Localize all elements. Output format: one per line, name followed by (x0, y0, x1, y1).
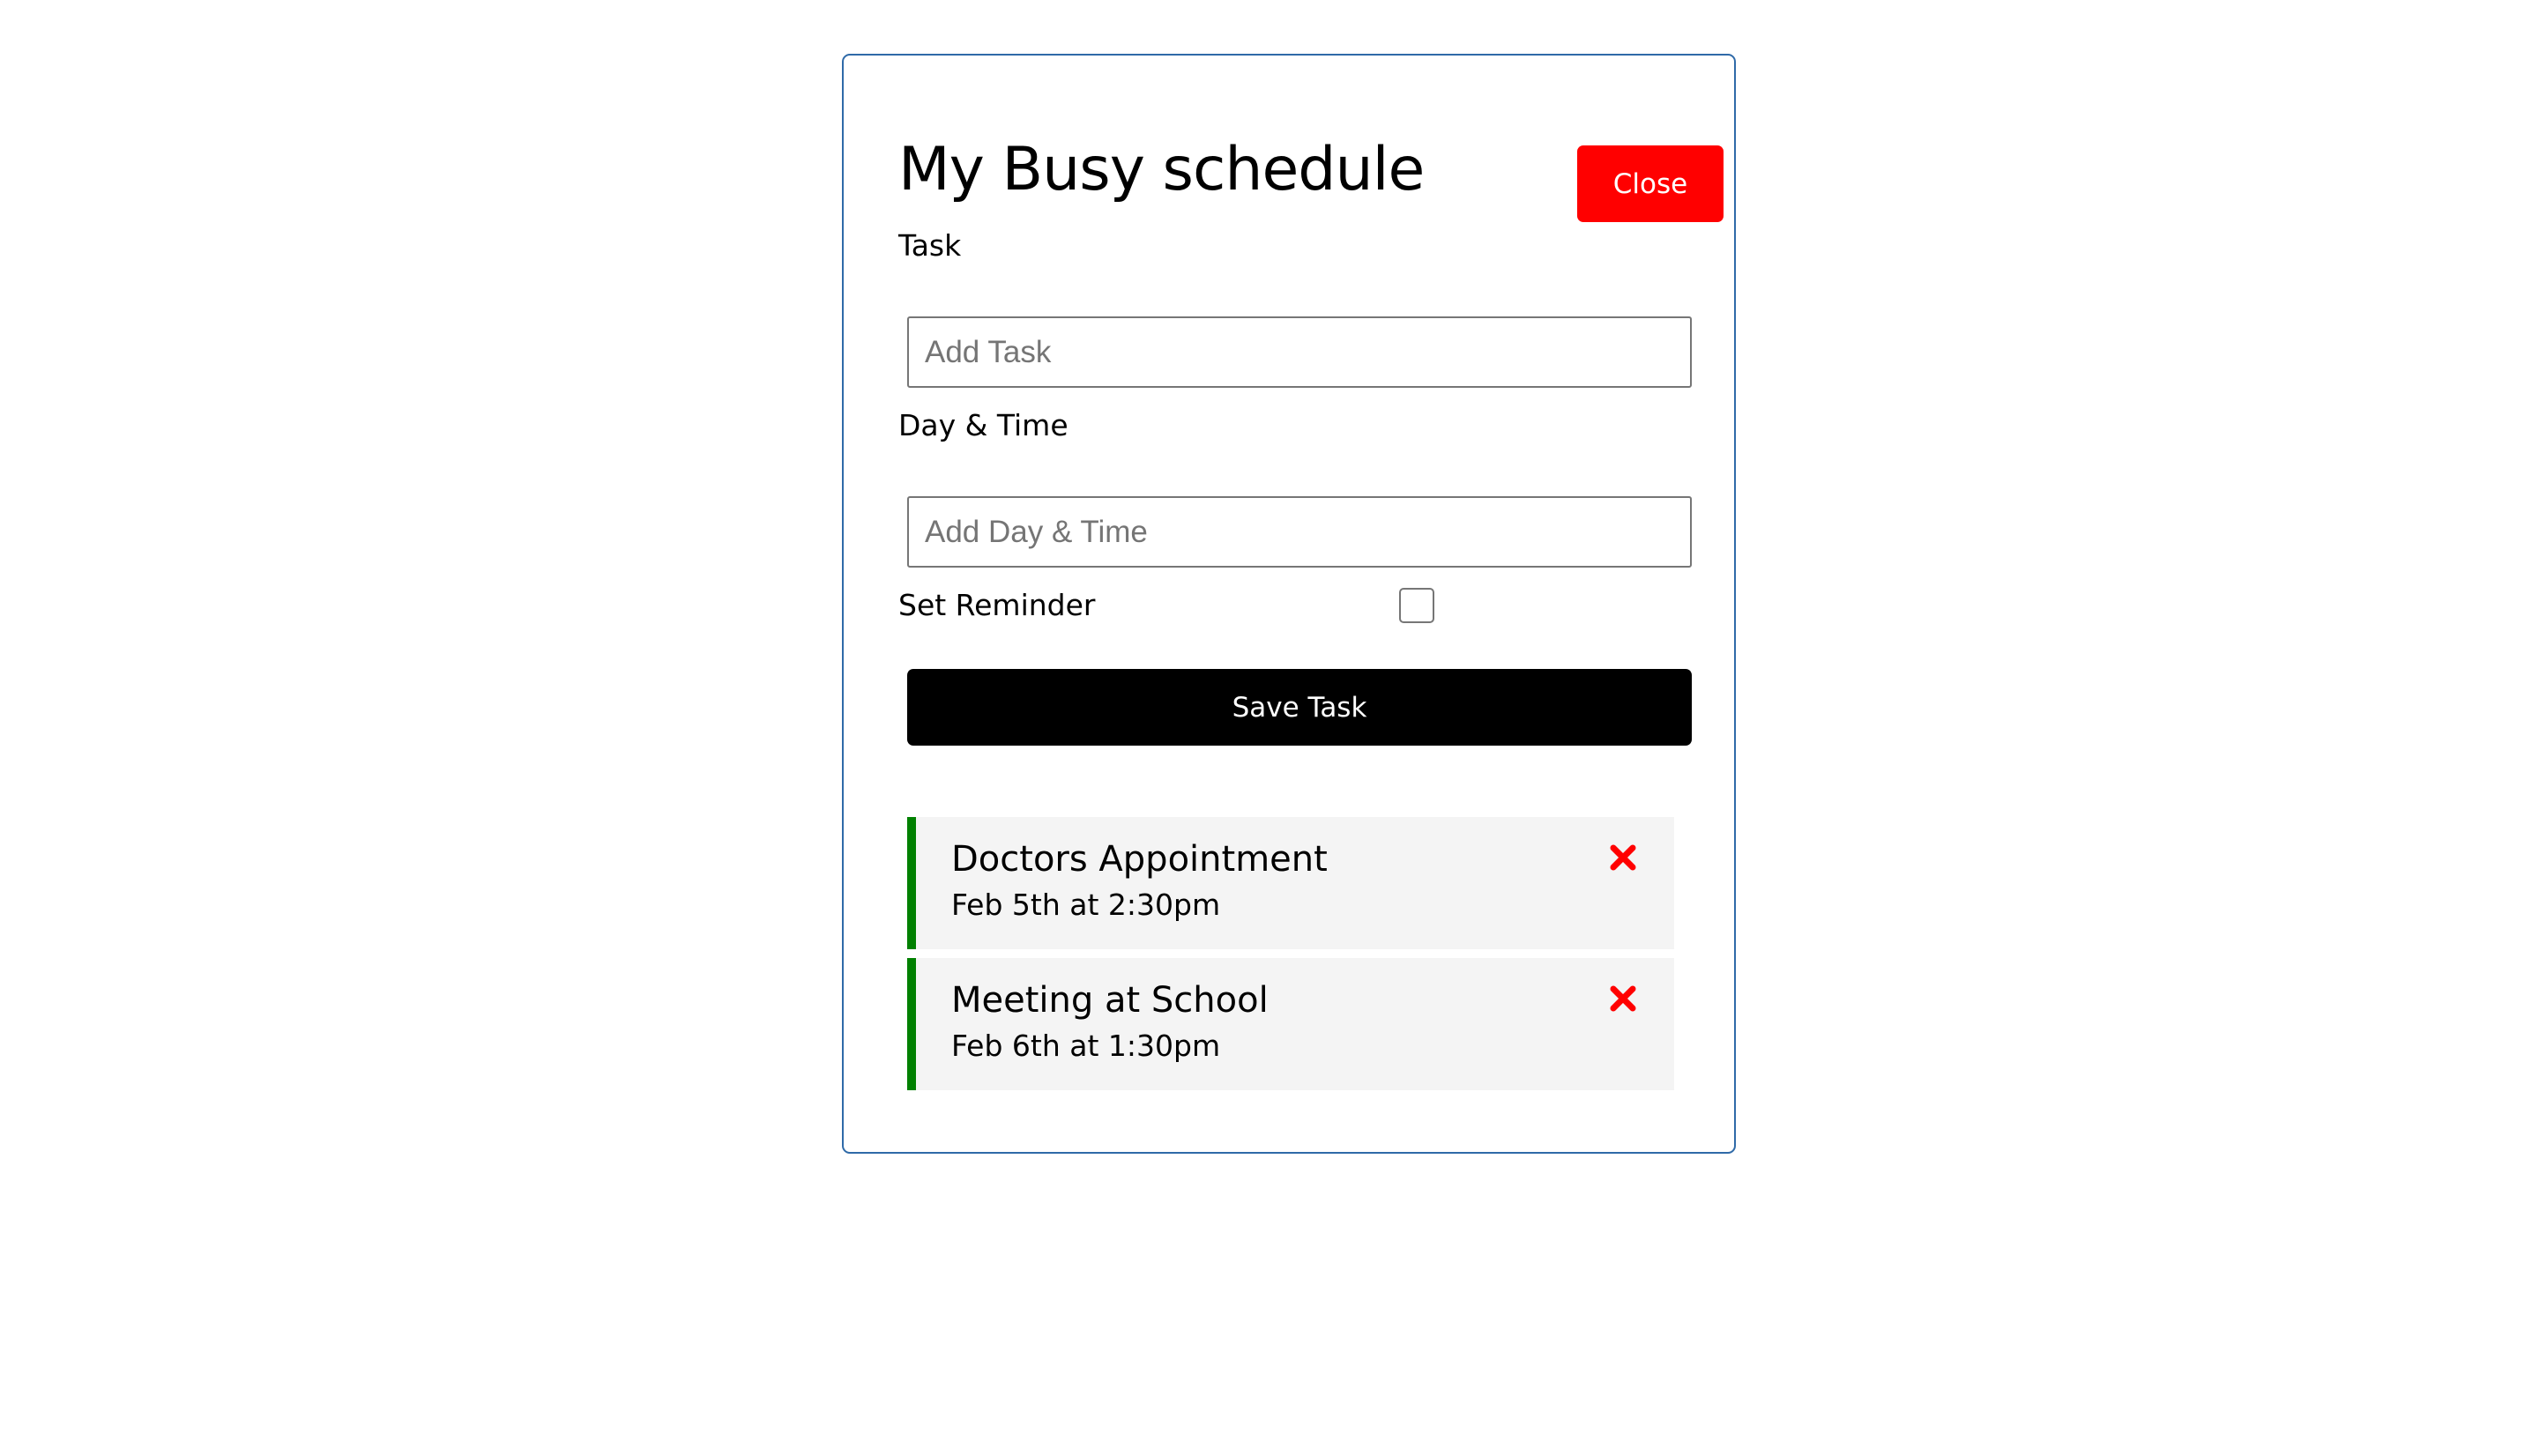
reminder-label: Set Reminder (898, 588, 1096, 622)
task-item[interactable]: Meeting at School Feb 6th at 1:30pm (907, 958, 1674, 1090)
reminder-checkbox[interactable] (1399, 588, 1434, 623)
task-tracker-container: My Busy schedule Close Task Day & Time S… (842, 54, 1736, 1154)
save-task-button[interactable]: Save Task (907, 669, 1692, 746)
header: My Busy schedule Close (898, 117, 1724, 223)
page-title: My Busy schedule (898, 135, 1425, 204)
task-input[interactable] (907, 316, 1692, 388)
day-time-input[interactable] (907, 496, 1692, 568)
times-icon[interactable] (1605, 981, 1641, 1016)
task-title: Doctors Appointment (951, 839, 1328, 880)
times-icon[interactable] (1605, 840, 1641, 875)
task-text-block: Doctors Appointment Feb 5th at 2:30pm (951, 836, 1328, 928)
task-day: Feb 6th at 1:30pm (951, 1029, 1221, 1063)
task-item[interactable]: Doctors Appointment Feb 5th at 2:30pm (907, 817, 1674, 949)
close-button[interactable]: Close (1577, 145, 1724, 222)
task-day: Feb 5th at 2:30pm (951, 888, 1221, 922)
task-list: Doctors Appointment Feb 5th at 2:30pm Me… (907, 817, 1674, 1099)
task-label: Task (898, 228, 962, 263)
task-title: Meeting at School (951, 980, 1269, 1021)
task-text-block: Meeting at School Feb 6th at 1:30pm (951, 977, 1269, 1069)
day-time-label: Day & Time (898, 408, 1068, 442)
